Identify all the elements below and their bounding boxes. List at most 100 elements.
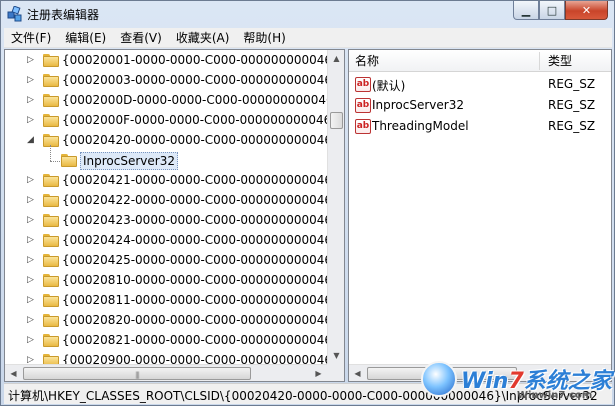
tree-item[interactable]: ▷ {00020424-0000-0000-C000-000000000046} [5, 231, 327, 251]
window-title: 注册表编辑器 [27, 8, 100, 22]
values-list-header: 名称 类型 [349, 50, 611, 72]
tree-item[interactable]: ▷ {00020810-0000-0000-C000-000000000046} [5, 271, 327, 291]
tree-item-label: {00020423-0000-0000-C000-000000000046} [62, 213, 327, 227]
expand-arrow-icon[interactable]: ▷ [26, 176, 35, 185]
collapse-arrow-icon[interactable]: ◢ [26, 136, 35, 145]
minimize-icon: ▁ [521, 3, 531, 17]
folder-icon [43, 334, 59, 347]
scroll-left-arrow-icon[interactable]: ◀ [349, 365, 366, 382]
expand-arrow-icon[interactable]: ▷ [26, 296, 35, 305]
tree-item-label: {00020810-0000-0000-C000-000000000046} [62, 273, 327, 287]
value-type: REG_SZ [548, 77, 596, 91]
value-name: ThreadingModel [372, 119, 469, 133]
tree-horizontal-scrollbar[interactable]: ◀ ||| ▶ [5, 364, 327, 381]
tree-item[interactable]: ▷ {00020001-0000-0000-C000-000000000046} [5, 51, 327, 71]
folder-icon [43, 174, 59, 187]
tree-item[interactable]: ▷ {00020003-0000-0000-C000-000000000046} [5, 71, 327, 91]
win7-logo-icon [421, 361, 457, 397]
string-value-icon: ab [355, 98, 371, 113]
tree-item-label: {0002000D-0000-0000-C000-000000000046} [62, 93, 327, 107]
scroll-left-arrow-icon[interactable]: ◀ [5, 365, 22, 382]
menu-help[interactable]: 帮助(H) [236, 28, 292, 48]
value-row[interactable]: ab ThreadingModel REG_SZ [349, 116, 611, 137]
tree-item-label: {0002000F-0000-0000-C000-000000000046} [62, 113, 327, 127]
tree-vertical-scrollbar[interactable]: ▲ ▼ [327, 50, 344, 364]
column-separator[interactable] [539, 52, 540, 70]
tree-item[interactable]: ▷ {00020422-0000-0000-C000-000000000046} [5, 191, 327, 211]
title-bar[interactable]: 注册表编辑器 ▁ □ ✕ [1, 1, 614, 27]
key-tree-pane[interactable]: ▷ {00020001-0000-0000-C000-000000000046} ▷… [4, 49, 345, 382]
tree-item[interactable]: ▷ {00020421-0000-0000-C000-000000000046} [5, 171, 327, 191]
expand-arrow-icon[interactable]: ▷ [26, 336, 35, 345]
value-name: InprocServer32 [372, 98, 464, 112]
folder-icon [43, 294, 59, 307]
key-tree: ▷ {00020001-0000-0000-C000-000000000046} ▷… [5, 50, 327, 364]
scrollbar-corner [327, 364, 344, 381]
tree-item-selected[interactable]: InprocServer32 [5, 145, 327, 171]
folder-icon [43, 134, 59, 147]
tree-item-label: {00020900-0000-0000-C000-000000000046} [62, 353, 327, 364]
tree-item[interactable]: ▷ {00020900-0000-0000-C000-000000000046} [5, 351, 327, 364]
expand-arrow-icon[interactable]: ▷ [26, 276, 35, 285]
expand-arrow-icon[interactable]: ▷ [26, 96, 35, 105]
tree-item-label: {00020811-0000-0000-C000-000000000046} [62, 293, 327, 307]
folder-icon [43, 114, 59, 127]
scroll-down-arrow-icon[interactable]: ▼ [328, 347, 345, 364]
menu-view[interactable]: 查看(V) [113, 28, 169, 48]
expand-arrow-icon[interactable]: ▷ [26, 256, 35, 265]
scroll-right-arrow-icon[interactable]: ▶ [310, 365, 327, 382]
watermark: Win7系统之家 Winwin7.com [421, 353, 615, 403]
values-list-pane[interactable]: 名称 类型 ab (默认) REG_SZ ab InprocServer32 REG_SZ… [348, 49, 612, 382]
string-value-icon: ab [355, 119, 371, 134]
expand-arrow-icon[interactable]: ▷ [26, 316, 35, 325]
expand-arrow-icon[interactable]: ▷ [26, 116, 35, 125]
folder-icon [43, 274, 59, 287]
expand-arrow-icon[interactable]: ▷ [26, 356, 35, 365]
tree-item[interactable]: ▷ {00020811-0000-0000-C000-000000000046} [5, 291, 327, 311]
folder-icon [43, 74, 59, 87]
expand-arrow-icon[interactable]: ▷ [26, 196, 35, 205]
tree-vertical-scroll-thumb[interactable] [330, 112, 343, 129]
tree-item[interactable]: ▷ {00020820-0000-0000-C000-000000000046} [5, 311, 327, 331]
value-type: REG_SZ [548, 98, 596, 112]
menu-file[interactable]: 文件(F) [4, 28, 58, 48]
folder-icon [43, 54, 59, 67]
window-controls: ▁ □ ✕ [513, 1, 608, 21]
expand-arrow-icon[interactable]: ▷ [26, 76, 35, 85]
menu-favorites[interactable]: 收藏夹(A) [169, 28, 237, 48]
minimize-button[interactable]: ▁ [513, 1, 539, 20]
tree-item-label: {00020003-0000-0000-C000-000000000046} [62, 73, 327, 87]
value-row[interactable]: ab (默认) REG_SZ [349, 74, 611, 95]
expand-arrow-icon[interactable]: ▷ [26, 216, 35, 225]
registry-editor-icon [7, 6, 22, 22]
value-row[interactable]: ab InprocServer32 REG_SZ [349, 95, 611, 116]
tree-item[interactable]: ▷ {00020425-0000-0000-C000-000000000046} [5, 251, 327, 271]
tree-item[interactable]: ▷ {00020423-0000-0000-C000-000000000046} [5, 211, 327, 231]
menu-bar: 文件(F) 编辑(E) 查看(V) 收藏夹(A) 帮助(H) [4, 28, 612, 48]
expand-arrow-icon[interactable]: ▷ [26, 56, 35, 65]
scroll-up-arrow-icon[interactable]: ▲ [328, 50, 345, 67]
column-header-name[interactable]: 名称 [349, 50, 539, 72]
tree-item-label: {00020820-0000-0000-C000-000000000046} [62, 313, 327, 327]
menu-edit[interactable]: 编辑(E) [58, 28, 113, 48]
column-header-type[interactable]: 类型 [542, 50, 612, 72]
expand-arrow-icon[interactable]: ▷ [26, 236, 35, 245]
folder-icon [43, 94, 59, 107]
tree-item[interactable]: ▷ {0002000F-0000-0000-C000-000000000046} [5, 111, 327, 131]
folder-icon [43, 354, 59, 364]
maximize-button[interactable]: □ [539, 1, 565, 20]
tree-item-label: {00020422-0000-0000-C000-000000000046} [62, 193, 327, 207]
folder-icon [61, 154, 77, 167]
tree-connector-line [50, 161, 60, 162]
tree-item-label: {00020425-0000-0000-C000-000000000046} [62, 253, 327, 267]
tree-horizontal-scroll-thumb[interactable]: ||| [23, 367, 251, 380]
close-button[interactable]: ✕ [565, 1, 608, 20]
tree-item[interactable]: ▷ {00020821-0000-0000-C000-000000000046} [5, 331, 327, 351]
folder-icon [43, 254, 59, 267]
tree-item-label: {00020421-0000-0000-C000-000000000046} [62, 173, 327, 187]
tree-item[interactable]: ◢ {00020420-0000-0000-C000-000000000046} [5, 131, 327, 151]
close-icon: ✕ [581, 3, 592, 17]
value-name: (默认) [372, 79, 406, 93]
scroll-grip-icon: ||| [134, 371, 140, 379]
tree-item[interactable]: ▷ {0002000D-0000-0000-C000-000000000046} [5, 91, 327, 111]
